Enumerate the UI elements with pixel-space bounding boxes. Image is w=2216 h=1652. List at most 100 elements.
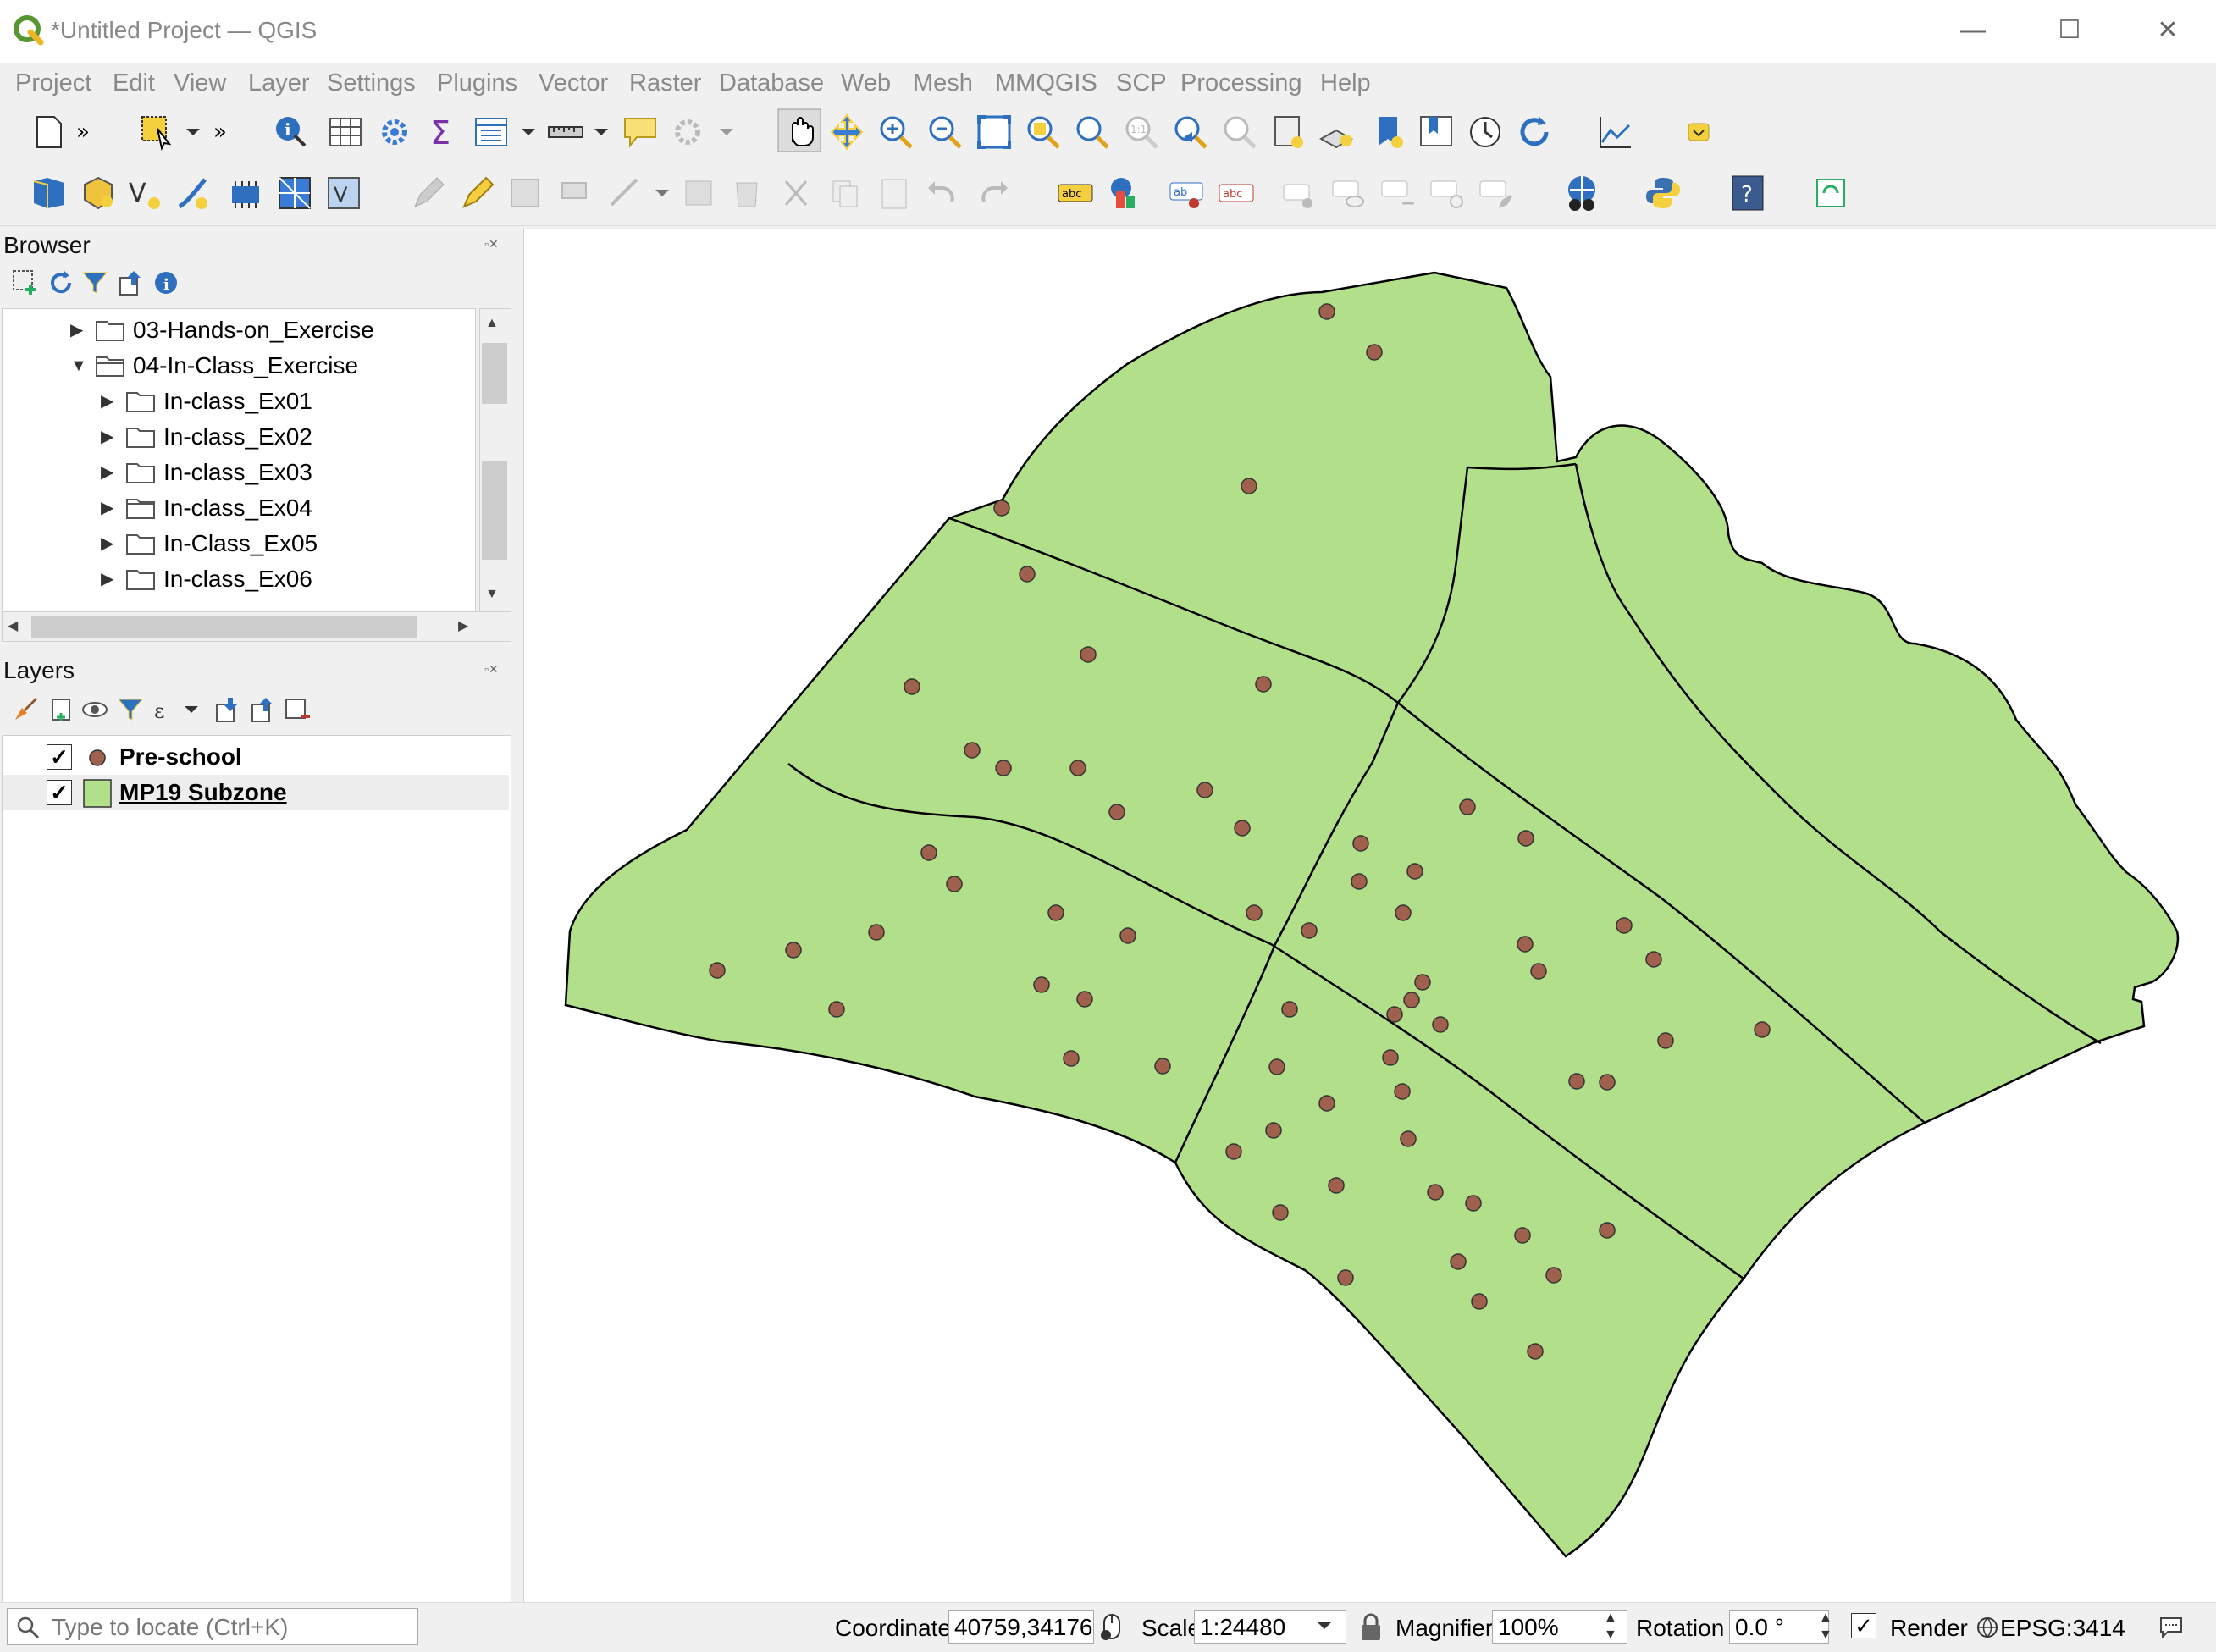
- change-label-icon[interactable]: [1478, 174, 1516, 212]
- menu-web[interactable]: Web: [841, 69, 891, 97]
- pre-school-point[interactable]: [1119, 927, 1136, 944]
- pre-school-point[interactable]: [1382, 1049, 1399, 1066]
- pre-school-point[interactable]: [1047, 904, 1064, 921]
- modify-attributes-icon[interactable]: [681, 174, 718, 212]
- zoom-to-selection-icon[interactable]: [1025, 113, 1062, 151]
- magnifier-stepper-icon[interactable]: ▲ ▼: [1604, 1610, 1617, 1644]
- filter-expression-icon[interactable]: ε: [152, 696, 180, 723]
- render-checkbox[interactable]: ✓: [1851, 1613, 1876, 1638]
- browser-horizontal-scrollbar[interactable]: ◀ ▶: [2, 611, 511, 642]
- more-tools-icon[interactable]: »: [210, 113, 235, 151]
- collapse-all-icon[interactable]: [249, 696, 276, 723]
- locator-search-box[interactable]: Type to locate (Ctrl+K): [7, 1608, 418, 1645]
- scroll-left-icon[interactable]: ◀: [8, 617, 18, 634]
- new-bookmark-icon[interactable]: [1370, 113, 1407, 151]
- pre-school-point[interactable]: [1080, 646, 1097, 663]
- refresh-icon[interactable]: [47, 269, 75, 296]
- layer-labeling-icon[interactable]: abc: [1057, 174, 1094, 212]
- menu-project[interactable]: Project: [15, 69, 91, 97]
- crs-label[interactable]: EPSG:3414: [2000, 1615, 2125, 1642]
- pre-school-point[interactable]: [1318, 303, 1335, 320]
- expand-all-icon[interactable]: [213, 696, 240, 723]
- quickmapservices-icon[interactable]: [1561, 173, 1602, 213]
- zoom-out-icon[interactable]: [926, 113, 964, 151]
- new-vector-tile-icon[interactable]: V: [325, 174, 362, 212]
- zoom-last-icon[interactable]: [1172, 113, 1209, 151]
- expand-arrow-icon[interactable]: ▶: [101, 561, 118, 597]
- new-temporary-layer-icon[interactable]: [174, 174, 212, 212]
- pre-school-point[interactable]: [1465, 1195, 1482, 1212]
- layer-item-pre-school[interactable]: ✓ Pre-school: [3, 739, 509, 775]
- add-group-icon[interactable]: [47, 696, 75, 723]
- pre-school-point[interactable]: [1471, 1293, 1488, 1310]
- pre-school-point[interactable]: [1351, 873, 1368, 890]
- zoom-full-icon[interactable]: [975, 113, 1013, 151]
- expand-arrow-icon[interactable]: ▶: [101, 419, 118, 455]
- pin-labels-icon[interactable]: [1282, 174, 1319, 212]
- pre-school-point[interactable]: [1517, 936, 1534, 953]
- pre-school-point[interactable]: [1616, 917, 1633, 934]
- pre-school-point[interactable]: [828, 1001, 845, 1018]
- menu-mmqgis[interactable]: MMQGIS: [995, 69, 1097, 97]
- pre-school-point[interactable]: [1281, 1001, 1298, 1018]
- chevron-down-icon[interactable]: [652, 174, 672, 212]
- rotate-label-icon[interactable]: [1429, 174, 1467, 212]
- pre-school-point[interactable]: [1514, 1227, 1531, 1244]
- manage-visibility-icon[interactable]: [81, 696, 108, 723]
- chevron-down-icon[interactable]: [518, 113, 539, 151]
- filter-icon[interactable]: [81, 269, 108, 296]
- pre-school-point[interactable]: [1400, 1130, 1417, 1147]
- show-hide-labels-icon[interactable]: [1331, 174, 1368, 212]
- pre-school-point[interactable]: [1599, 1222, 1616, 1239]
- pre-school-point[interactable]: [964, 742, 981, 759]
- pre-school-point[interactable]: [904, 678, 920, 695]
- zoom-in-icon[interactable]: [877, 113, 915, 151]
- scroll-down-icon[interactable]: ▼: [485, 587, 499, 602]
- menu-layer[interactable]: Layer: [248, 69, 310, 97]
- pre-school-point[interactable]: [1241, 478, 1257, 494]
- pan-icon[interactable]: [777, 108, 821, 152]
- new-geopackage-icon[interactable]: [80, 174, 117, 212]
- scroll-up-icon[interactable]: ▲: [485, 316, 499, 331]
- collapse-arrow-icon[interactable]: ▼: [70, 348, 87, 384]
- lock-scale-icon[interactable]: [1358, 1613, 1384, 1642]
- plugin-icon[interactable]: [1683, 113, 1714, 151]
- panel-float-close-icon[interactable]: ▫✕: [484, 237, 499, 251]
- rotation-stepper-icon[interactable]: ▲ ▼: [1819, 1610, 1832, 1644]
- data-source-manager-icon[interactable]: [30, 174, 68, 212]
- coordinate-field[interactable]: 40759,34176: [948, 1610, 1094, 1644]
- copy-features-icon[interactable]: [826, 174, 864, 212]
- scroll-thumb[interactable]: [31, 616, 417, 638]
- pre-school-point[interactable]: [993, 500, 1010, 517]
- layer-diagram-icon[interactable]: [1106, 174, 1143, 212]
- edits-disabled-icon[interactable]: [410, 174, 447, 212]
- pre-school-point[interactable]: [1063, 1050, 1080, 1067]
- pan-to-selection-icon[interactable]: [828, 113, 865, 151]
- pre-school-point[interactable]: [1450, 1253, 1467, 1270]
- move-label-icon[interactable]: [1380, 174, 1417, 212]
- pre-school-point[interactable]: [1645, 951, 1662, 968]
- save-edits-icon[interactable]: [506, 174, 544, 212]
- settings-disabled-icon[interactable]: [671, 113, 708, 151]
- new-mesh-layer-icon[interactable]: [276, 174, 313, 212]
- expand-arrow-icon[interactable]: ▶: [101, 490, 118, 526]
- pre-school-point[interactable]: [1545, 1267, 1562, 1284]
- expand-arrow-icon[interactable]: ▶: [70, 312, 87, 348]
- scroll-thumb[interactable]: [482, 343, 507, 404]
- pre-school-point[interactable]: [1459, 798, 1476, 815]
- pre-school-point[interactable]: [1328, 1177, 1345, 1194]
- chevron-down-icon[interactable]: [1314, 1618, 1335, 1635]
- python-console-icon[interactable]: [1644, 174, 1682, 212]
- pre-school-point[interactable]: [1255, 676, 1272, 693]
- pre-school-point[interactable]: [1657, 1032, 1674, 1049]
- pre-school-point[interactable]: [1196, 782, 1213, 798]
- pre-school-point[interactable]: [1406, 863, 1423, 880]
- pre-school-point[interactable]: [1076, 991, 1093, 1008]
- highlight-pinned-labels-icon[interactable]: ab: [1169, 174, 1206, 212]
- menu-help[interactable]: Help: [1320, 69, 1371, 97]
- remove-layer-icon[interactable]: [285, 696, 312, 723]
- pre-school-point[interactable]: [1019, 566, 1036, 583]
- map-canvas[interactable]: [523, 229, 2216, 1602]
- vertex-tool-icon[interactable]: [606, 174, 644, 212]
- menu-plugins[interactable]: Plugins: [437, 69, 517, 97]
